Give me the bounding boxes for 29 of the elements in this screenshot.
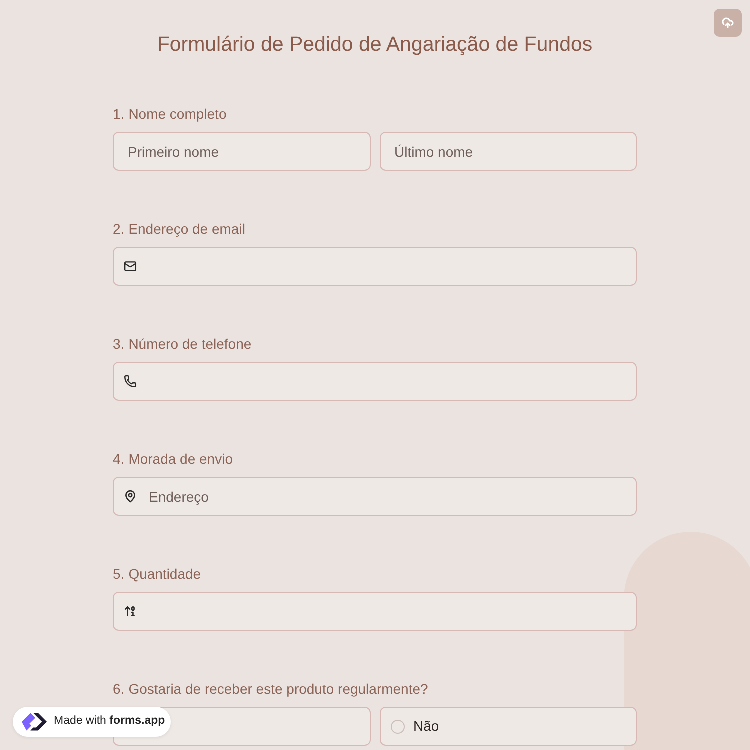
choice-option[interactable]: Não — [380, 707, 637, 746]
forms-app-logo-icon — [20, 711, 49, 733]
phone-icon — [124, 375, 137, 388]
phone-field[interactable] — [113, 362, 637, 401]
question-label: Morada de envio — [128, 450, 233, 468]
cloud-upload-icon — [722, 17, 734, 29]
question-number: 2. — [113, 220, 125, 238]
question-number: 3. — [113, 334, 125, 354]
upload-button[interactable] — [714, 9, 742, 37]
question-number: 6. — [113, 680, 125, 698]
question-label: Quantidade — [128, 564, 202, 584]
email-field[interactable] — [113, 247, 637, 286]
name-input-field[interactable]: Último nome — [380, 132, 637, 171]
address-field[interactable]: Endereço — [113, 477, 637, 516]
quantity-field[interactable] — [113, 592, 637, 631]
question-label: Nome completo — [128, 104, 227, 124]
question-number: 5. — [113, 564, 125, 584]
question-number: 4. — [113, 450, 125, 468]
name-input-field[interactable]: Primeiro nome — [113, 132, 370, 171]
question-label: Endereço de email — [128, 220, 246, 239]
sort-numbers-icon — [124, 605, 137, 618]
question-label: Número de telefone — [128, 334, 252, 354]
form-title: Formulário de Pedido de Angariação de Fundos — [157, 32, 593, 58]
map-pin-icon — [124, 490, 137, 503]
made-with-toast[interactable]: Made with forms.app — [13, 707, 171, 737]
question-number: 1. — [113, 104, 125, 124]
badge-text: Made with forms.app — [54, 714, 166, 730]
mail-icon — [124, 260, 137, 273]
question-label: Gostaria de receber este produto regularmente? — [128, 680, 428, 699]
